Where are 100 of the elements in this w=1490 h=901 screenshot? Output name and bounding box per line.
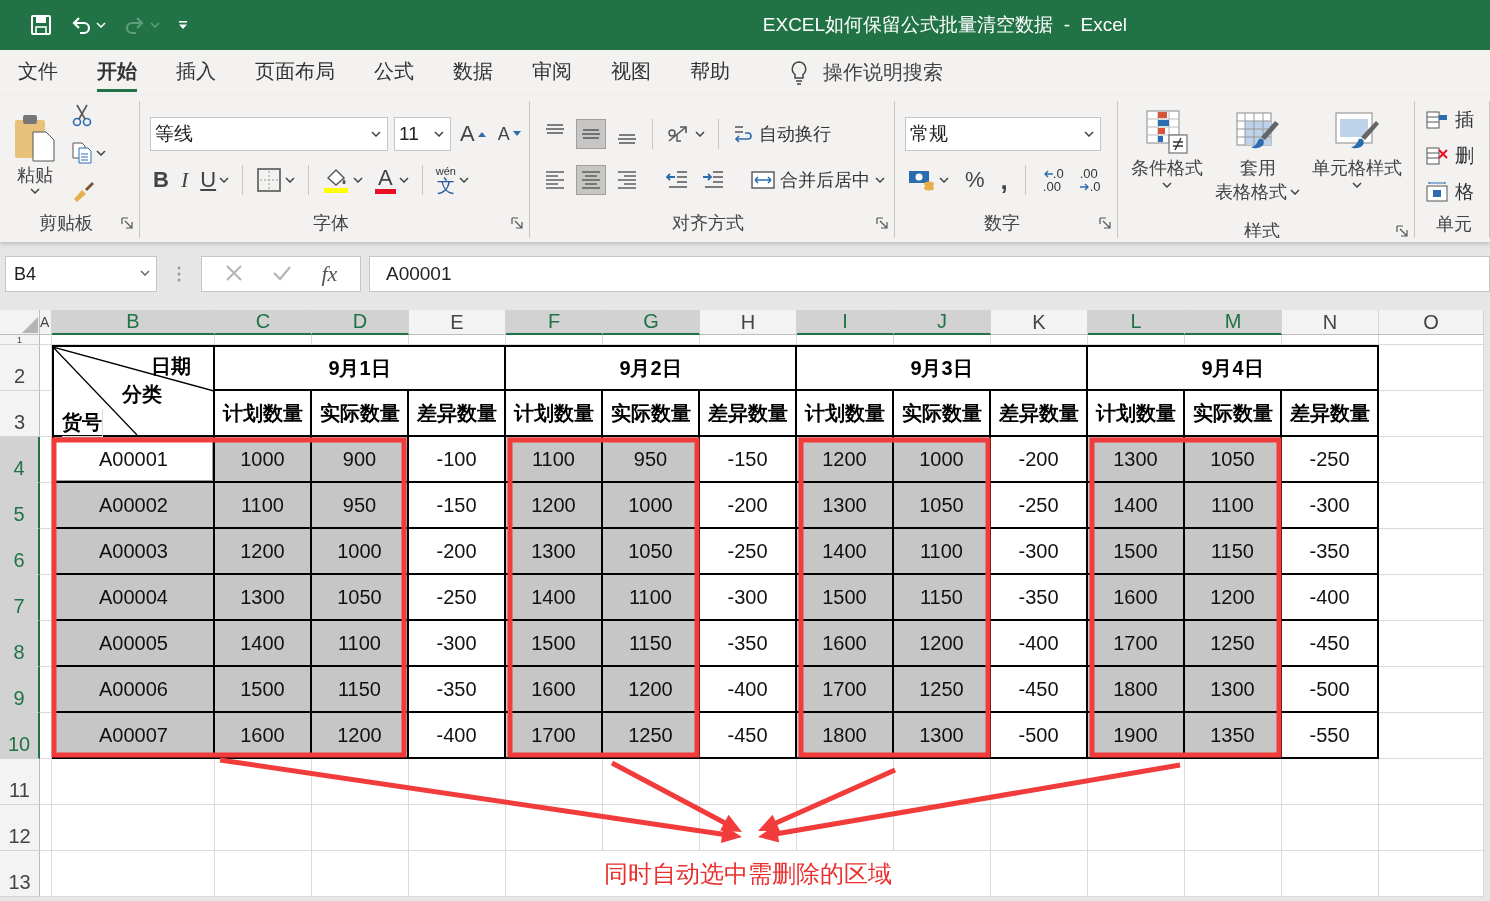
menu-tab[interactable]: 公式 [374,53,414,92]
dialog-launcher-icon[interactable] [1099,217,1111,229]
column-header[interactable]: I [797,310,894,335]
header-cell: 实际数量 [894,391,991,437]
align-lines-icon [582,129,600,139]
row-header[interactable]: 2 [0,345,40,391]
menu-tab[interactable]: 插入 [176,53,216,92]
increase-decimal-button[interactable]: .0 .00 [1039,164,1067,196]
font-size-field[interactable]: 11 [394,117,451,151]
row-header[interactable]: 9 [0,667,40,713]
row-header[interactable]: 5 [0,483,40,529]
row-header[interactable]: 3 [0,391,40,437]
font-color-button[interactable]: A [372,163,412,197]
row-header[interactable]: 6 [0,529,40,575]
column-header[interactable]: F [506,310,603,335]
number-format-field[interactable]: 常规 [905,117,1101,151]
percent-button[interactable]: % [962,164,988,196]
empty-cell [40,575,52,621]
paste-button[interactable]: 粘贴 [10,109,60,197]
insert-cells-button[interactable]: 插 [1425,103,1483,137]
empty-cell [40,805,52,851]
horizontal-align-button[interactable] [576,165,606,195]
table-cell: -250 [700,529,797,575]
column-header[interactable]: B [52,310,215,335]
align-lines-icon [546,124,564,134]
dialog-launcher-icon[interactable] [876,217,888,229]
insert-function-button[interactable]: fx [321,261,338,287]
column-header[interactable]: A [40,310,52,335]
menu-tab[interactable]: 数据 [453,53,493,92]
column-header[interactable]: N [1282,310,1379,335]
menu-tab[interactable]: 页面布局 [255,53,335,92]
menu-tab[interactable]: 帮助 [690,53,730,92]
table-cell: 1100 [312,621,409,667]
italic-button[interactable]: I [177,164,192,196]
empty-cell [40,483,52,529]
column-header[interactable]: J [894,310,991,335]
row-header[interactable]: 12 [0,805,40,851]
comma-style-button[interactable]: , [997,161,1011,199]
format-cells-button[interactable]: 格 [1425,175,1483,209]
column-header[interactable]: C [215,310,312,335]
column-header[interactable]: O [1379,310,1484,335]
menu-tab[interactable]: 审阅 [532,53,572,92]
header-cell: 9月4日 [1088,345,1379,391]
redo-icon [124,15,146,35]
table-cell: -150 [409,483,506,529]
dialog-launcher-icon[interactable] [511,217,523,229]
empty-cell [40,621,52,667]
borders-icon [256,167,283,193]
row-header[interactable]: 4 [0,437,40,483]
empty-cell [40,667,52,713]
row-header[interactable]: 10 [0,713,40,759]
shrink-font-button[interactable]: A [494,120,524,148]
caret-icon [1162,181,1172,188]
name-box[interactable]: B4 [5,256,157,292]
column-header[interactable]: G [603,310,700,335]
row-header[interactable]: 13 [0,851,40,897]
delete-cells-button[interactable]: 删 [1425,139,1483,173]
menu-tab[interactable]: 视图 [611,53,651,92]
bold-button[interactable]: B [150,164,172,196]
decrease-decimal-button[interactable]: .00 .0 [1076,164,1104,196]
font-name-field[interactable]: 等线 [150,117,388,151]
underline-button[interactable]: U [197,164,233,196]
table-cell: -350 [1282,529,1379,575]
wrap-text-button[interactable]: 自动换行 [729,119,834,149]
table-cell: -300 [409,621,506,667]
header-cell: 9月1日 [215,345,506,391]
table-cell: 1300 [506,529,603,575]
row-header[interactable]: 1 [0,335,40,345]
caret-icon [434,131,444,137]
column-header[interactable]: H [700,310,797,335]
column-header[interactable]: D [312,310,409,335]
column-header[interactable]: E [409,310,506,335]
phonetic-button[interactable]: wén 文 [432,162,472,198]
merge-center-button[interactable]: 合并后居中 [748,165,888,195]
drag-handle-icon[interactable] [177,265,181,283]
menu-tab[interactable]: 文件 [18,53,58,92]
row-header[interactable]: 11 [0,759,40,805]
table-cell: -250 [1282,437,1379,483]
column-header[interactable]: L [1088,310,1185,335]
column-header[interactable]: K [991,310,1088,335]
row-header[interactable]: 8 [0,621,40,667]
table-cell: 1000 [312,529,409,575]
dialog-launcher-icon[interactable] [1396,225,1408,237]
cell-styles-button[interactable]: 单元格样式 [1309,107,1405,190]
formula-field[interactable]: A00001 [369,256,1490,292]
dialog-launcher-icon[interactable] [121,217,133,229]
empty-cell [40,529,52,575]
column-header[interactable]: M [1185,310,1282,335]
grow-font-button[interactable]: A [457,118,489,150]
menu-tab[interactable]: 开始 [97,53,137,92]
header-cell: 实际数量 [1185,391,1282,437]
format-as-table-button[interactable]: 套用 表格格式 [1212,107,1303,205]
header-cell: 计划数量 [1088,391,1185,437]
search-field[interactable]: 操作说明搜索 [821,60,1021,85]
vertical-align-button[interactable] [576,119,606,149]
brush-icon [71,179,95,203]
conditional-formatting-button[interactable]: 条件格式 [1128,107,1206,190]
table-cell: 1600 [1088,575,1185,621]
increase-indent-icon [701,169,725,191]
row-header[interactable]: 7 [0,575,40,621]
